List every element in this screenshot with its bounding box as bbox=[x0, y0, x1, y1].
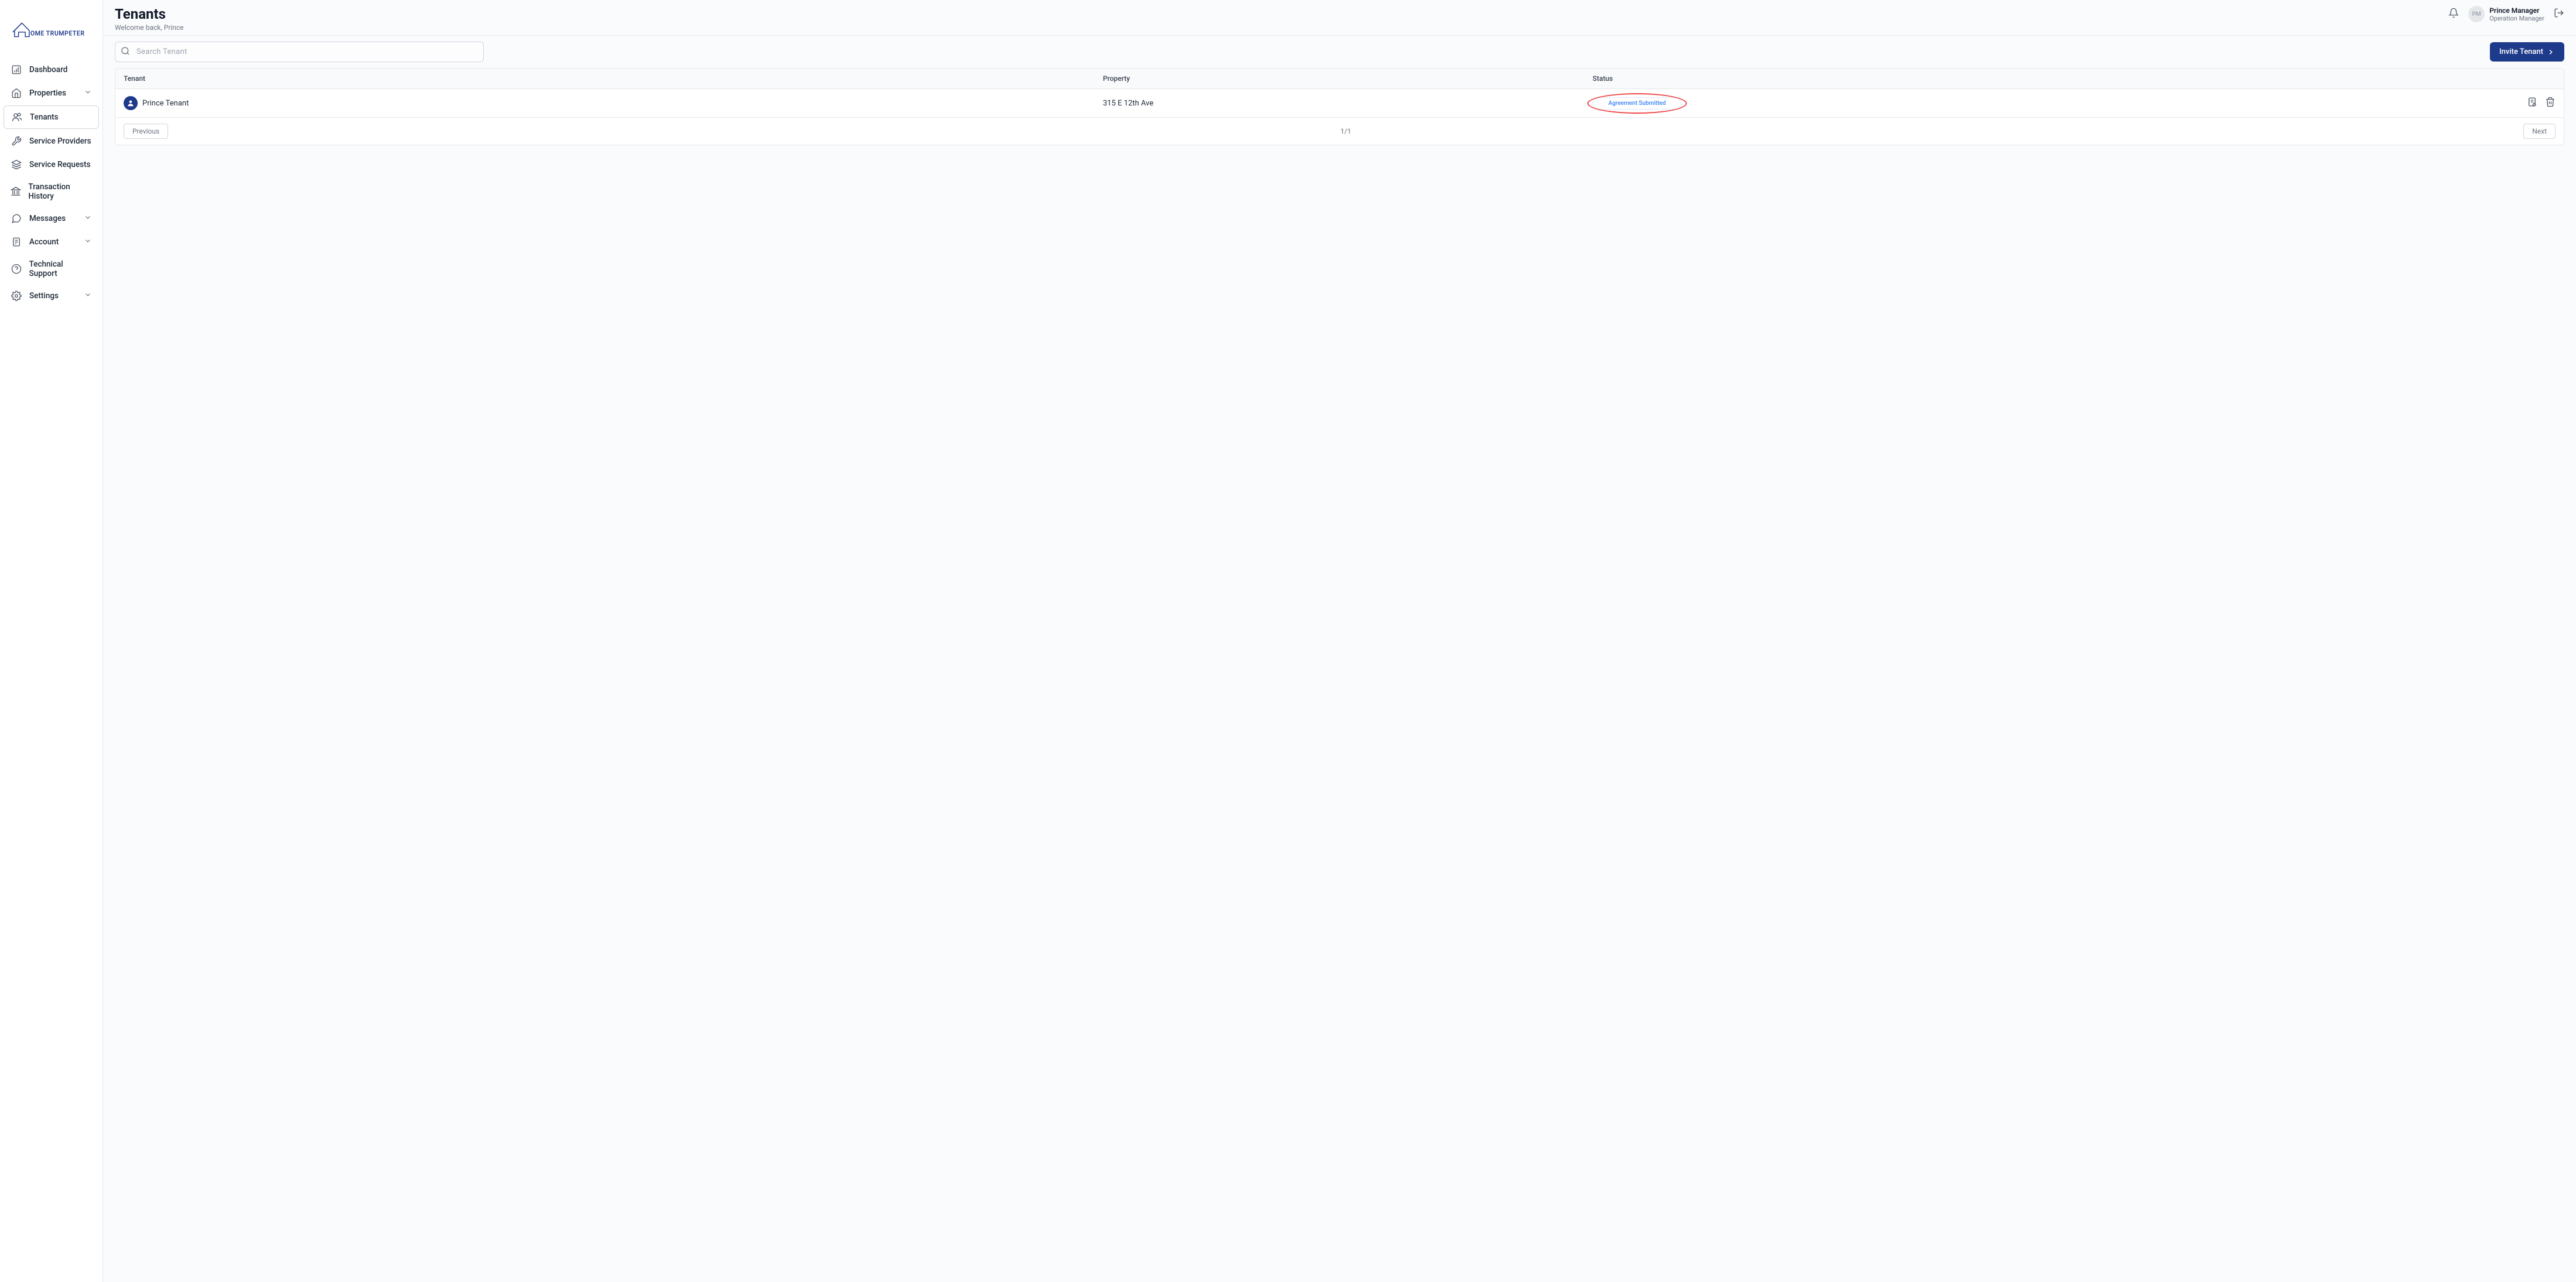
chevron-down-icon bbox=[84, 88, 92, 98]
nav-item-tenants[interactable]: Tenants bbox=[4, 105, 99, 129]
nav-item-dashboard[interactable]: Dashboard bbox=[4, 59, 99, 81]
col-status: Status bbox=[1584, 69, 2319, 89]
logout-icon[interactable] bbox=[2554, 8, 2564, 21]
page-indicator: 1/1 bbox=[1340, 127, 1351, 135]
user-name: Prince Manager bbox=[2489, 6, 2544, 15]
tenants-table: Tenant Property Status Prince Tenant bbox=[115, 68, 2564, 145]
toolbar: Invite Tenant bbox=[103, 35, 2576, 68]
nav-item-label: Account bbox=[29, 237, 59, 247]
gear-icon bbox=[11, 290, 22, 302]
nav-item-label: Technical Support bbox=[29, 260, 92, 278]
invite-tenant-button[interactable]: Invite Tenant bbox=[2490, 42, 2564, 62]
dashboard-icon bbox=[11, 64, 22, 76]
status-badge: Agreement Submitted bbox=[1593, 97, 1682, 110]
search-icon bbox=[121, 46, 130, 58]
chevron-down-icon bbox=[84, 291, 92, 301]
chevron-down-icon bbox=[84, 237, 92, 247]
table-row[interactable]: Prince Tenant 315 E 12th Ave Agreement S… bbox=[115, 89, 2564, 118]
tenant-avatar-icon bbox=[124, 96, 138, 110]
nav-item-service-requests[interactable]: Service Requests bbox=[4, 154, 99, 176]
prev-button[interactable]: Previous bbox=[124, 124, 168, 139]
layers-icon bbox=[11, 159, 22, 171]
chat-icon bbox=[11, 213, 22, 224]
nav-item-properties[interactable]: Properties bbox=[4, 82, 99, 104]
users-icon bbox=[11, 111, 23, 123]
nav-item-technical-support[interactable]: Technical Support bbox=[4, 254, 99, 284]
col-tenant: Tenant bbox=[115, 69, 1095, 89]
pagination: Previous 1/1 Next bbox=[115, 118, 2564, 145]
nav-item-label: Dashboard bbox=[29, 65, 67, 74]
tenant-name: Prince Tenant bbox=[142, 99, 189, 108]
tools-icon bbox=[11, 135, 22, 147]
user-role: Operation Manager bbox=[2489, 15, 2544, 22]
document-icon bbox=[11, 236, 22, 248]
main-content: Tenants Welcome back, Prince PM Prince M… bbox=[103, 0, 2576, 1282]
tenant-property: 315 E 12th Ave bbox=[1095, 89, 1584, 118]
page-title: Tenants bbox=[115, 6, 184, 22]
nav-item-label: Messages bbox=[29, 214, 66, 223]
col-actions bbox=[2319, 69, 2564, 89]
page-header: Tenants Welcome back, Prince PM Prince M… bbox=[103, 0, 2576, 35]
user-avatar: PM bbox=[2468, 6, 2485, 22]
nav-item-label: Service Providers bbox=[29, 137, 91, 146]
bank-icon bbox=[11, 186, 21, 197]
chevron-down-icon bbox=[84, 213, 92, 224]
next-button[interactable]: Next bbox=[2523, 124, 2555, 139]
home-icon bbox=[11, 87, 22, 99]
search-input[interactable] bbox=[115, 42, 484, 62]
nav-item-account[interactable]: Account bbox=[4, 231, 99, 253]
nav-item-label: Transaction History bbox=[28, 182, 92, 201]
notifications-icon[interactable] bbox=[2448, 8, 2459, 21]
page-subtitle: Welcome back, Prince bbox=[115, 23, 184, 32]
nav-menu: Dashboard Properties Tenants Service Provid… bbox=[0, 59, 103, 307]
nav-item-transaction-history[interactable]: Transaction History bbox=[4, 177, 99, 206]
user-info[interactable]: PM Prince Manager Operation Manager bbox=[2468, 6, 2544, 22]
delete-action-icon[interactable] bbox=[2545, 97, 2555, 107]
col-property: Property bbox=[1095, 69, 1584, 89]
svg-text:OME TRUMPETER: OME TRUMPETER bbox=[30, 30, 85, 37]
brand-logo: OME TRUMPETER bbox=[0, 12, 103, 59]
nav-item-messages[interactable]: Messages bbox=[4, 207, 99, 230]
nav-item-label: Settings bbox=[29, 291, 59, 301]
nav-item-label: Service Requests bbox=[29, 160, 91, 169]
search-box bbox=[115, 42, 484, 62]
help-icon bbox=[11, 263, 22, 275]
nav-item-service-providers[interactable]: Service Providers bbox=[4, 130, 99, 152]
invite-button-label: Invite Tenant bbox=[2499, 47, 2543, 56]
logo-icon: OME TRUMPETER bbox=[12, 18, 91, 41]
nav-item-label: Properties bbox=[29, 88, 66, 98]
chevron-right-icon bbox=[2547, 48, 2555, 56]
nav-item-label: Tenants bbox=[30, 112, 59, 122]
nav-item-settings[interactable]: Settings bbox=[4, 285, 99, 307]
document-action-icon[interactable] bbox=[2527, 97, 2537, 107]
sidebar: OME TRUMPETER Dashboard Properties Tenants… bbox=[0, 0, 103, 1282]
